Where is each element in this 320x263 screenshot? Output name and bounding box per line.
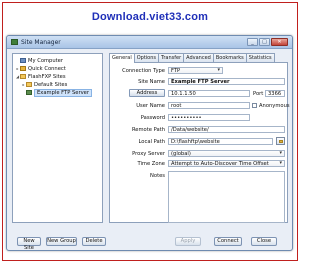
remote-path-label: Remote Path <box>131 127 165 133</box>
address-field[interactable]: 10.1.1.50 <box>168 90 250 97</box>
tab-bookmarks[interactable]: Bookmarks <box>212 53 247 62</box>
local-path-field[interactable]: D:\flashftp\website <box>168 138 273 145</box>
app-icon <box>11 39 18 45</box>
site-tree: My Computer ▸ Quick Connect ◢ FlashFXP S… <box>12 53 103 223</box>
folder-icon <box>26 82 32 87</box>
connection-type-label: Connection Type <box>122 68 165 74</box>
connection-type-select[interactable]: FTP <box>168 67 223 74</box>
tab-bar: General Options Transfer Advanced Bookma… <box>109 53 275 63</box>
address-button[interactable]: Address <box>129 89 165 97</box>
folder-icon <box>20 74 26 79</box>
close-icon[interactable]: ✕ <box>271 38 288 46</box>
tab-statistics[interactable]: Statistics <box>245 53 275 62</box>
close-button[interactable]: Close <box>251 237 277 246</box>
port-field[interactable]: 3366 <box>265 90 285 97</box>
minimize-icon[interactable]: _ <box>247 38 258 46</box>
watermark-banner: Download.viet33.com <box>91 11 209 23</box>
user-name-label: User Name <box>136 103 165 109</box>
anonymous-checkbox[interactable] <box>252 103 257 108</box>
tree-item-flashfxp-sites[interactable]: ◢ FlashFXP Sites <box>15 73 66 80</box>
password-field[interactable]: •••••••••• <box>168 114 250 121</box>
tree-item-label: Quick Connect <box>28 65 66 72</box>
proxy-server-label: Proxy Server <box>132 151 165 157</box>
tree-item-quick-connect[interactable]: ▸ Quick Connect <box>15 65 66 72</box>
new-group-button[interactable]: New Group <box>46 237 77 246</box>
tree-item-label: My Computer <box>28 57 63 64</box>
remote-path-field[interactable]: /Data/website/ <box>168 126 285 133</box>
local-path-label: Local Path <box>138 139 166 145</box>
tree-item-label: FlashFXP Sites <box>28 73 66 80</box>
tree-item-default-sites[interactable]: ▸ Default Sites <box>21 81 67 88</box>
site-name-label: Site Name <box>138 79 165 85</box>
site-name-field[interactable]: Example FTP Server <box>168 78 285 85</box>
new-site-button[interactable]: New Site <box>17 237 41 251</box>
window-controls: _ □ ✕ <box>247 38 288 46</box>
connect-button[interactable]: Connect <box>214 237 242 246</box>
general-panel: Connection Type FTP Site Name Example FT… <box>109 62 290 223</box>
tree-item-example-ftp-server[interactable]: Example FTP Server <box>21 88 93 97</box>
tab-advanced[interactable]: Advanced <box>183 53 214 62</box>
anonymous-label: Anonymous <box>259 103 290 109</box>
window-title: Site Manager <box>21 39 61 46</box>
title-bar: Site Manager _ □ ✕ <box>7 36 292 49</box>
tree-item-my-computer[interactable]: My Computer <box>15 57 63 64</box>
apply-button[interactable]: Apply <box>175 237 201 246</box>
tab-options[interactable]: Options <box>133 53 160 62</box>
user-name-field[interactable]: root <box>168 102 250 109</box>
lightning-icon <box>20 66 26 71</box>
notes-label: Notes <box>150 173 165 179</box>
server-icon <box>26 90 32 95</box>
browse-folder-button[interactable] <box>276 137 285 145</box>
proxy-server-select[interactable]: (global) <box>168 150 285 157</box>
tab-transfer[interactable]: Transfer <box>158 53 185 62</box>
delete-button[interactable]: Delete <box>82 237 106 246</box>
computer-icon <box>20 58 26 63</box>
tab-general[interactable]: General <box>109 53 135 63</box>
tree-item-label: Default Sites <box>34 81 68 88</box>
maximize-icon[interactable]: □ <box>259 38 270 46</box>
time-zone-label: Time Zone <box>137 161 165 167</box>
password-label: Password <box>140 115 165 121</box>
tree-item-label: Example FTP Server <box>34 88 93 97</box>
site-manager-window: Site Manager _ □ ✕ My Computer ▸ Quick C… <box>6 35 293 251</box>
notes-textarea[interactable] <box>168 171 285 223</box>
folder-icon <box>279 140 283 143</box>
port-label: Port <box>253 91 264 97</box>
time-zone-select[interactable]: Attempt to Auto-Discover Time Offset <box>168 160 285 167</box>
